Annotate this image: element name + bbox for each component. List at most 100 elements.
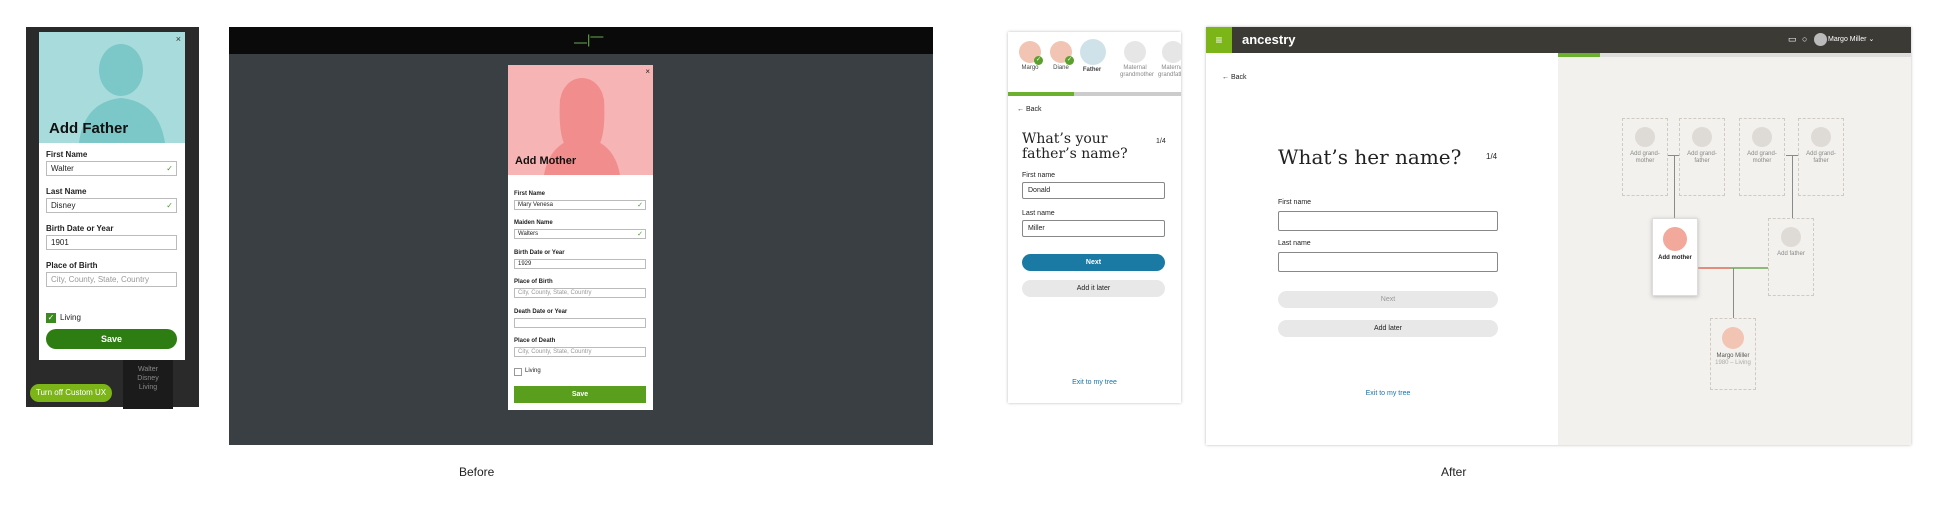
- card-label: Add grand-mother: [1747, 151, 1777, 164]
- ancestry-logo[interactable]: ancestry: [1242, 32, 1295, 47]
- last-name-input[interactable]: [1278, 252, 1498, 272]
- add-father-card[interactable]: Add father: [1768, 218, 1814, 296]
- add-later-button[interactable]: Add it later: [1022, 280, 1165, 297]
- avatar-placeholder-icon: [1752, 127, 1772, 147]
- add-mother-modal: × Add Mother First Name Mary Venesa ✓ Mai…: [508, 65, 653, 410]
- person-name: Father: [1082, 67, 1102, 73]
- avatar: [1722, 327, 1744, 349]
- last-name-label: Last Name: [46, 187, 87, 196]
- top-navigation: ≡ ancestry ▭ ○ Margo Miller ⌄: [1206, 27, 1911, 53]
- first-name-label: First name: [1022, 172, 1056, 179]
- top-bar: ⎼|⎻: [229, 27, 933, 54]
- person-name: Diane: [1053, 65, 1069, 71]
- add-grandmother-card[interactable]: Add grand-mother: [1739, 118, 1785, 196]
- exit-to-tree-link[interactable]: Exit to my tree: [1008, 379, 1181, 386]
- person-maternal-grandfather[interactable]: Maternal grandfather: [1158, 41, 1181, 79]
- bg-card-status: Living: [138, 384, 158, 391]
- avatar-placeholder-icon: [1781, 227, 1801, 247]
- before-caption: Before: [459, 465, 495, 479]
- person-name: Margo: [1021, 65, 1039, 71]
- first-name-input[interactable]: Walter ✓: [46, 161, 177, 176]
- progress-fill: [1558, 53, 1601, 57]
- self-person-card[interactable]: Margo Miller 1980 – Living: [1710, 318, 1756, 390]
- card-label: Add mother: [1658, 255, 1692, 261]
- last-name-input[interactable]: Disney ✓: [46, 198, 177, 213]
- person-maternal-grandmother[interactable]: Maternal grandmother: [1120, 41, 1155, 79]
- messages-icon[interactable]: ▭: [1788, 34, 1797, 45]
- person-margo[interactable]: ✓ Margo: [1018, 41, 1043, 71]
- person-father[interactable]: Father: [1080, 39, 1106, 73]
- maiden-name-value: Walters: [518, 231, 539, 237]
- add-grandfather-card[interactable]: Add grand-father: [1679, 118, 1725, 196]
- maiden-name-label: Maiden Name: [514, 220, 553, 226]
- first-name-label: First Name: [46, 150, 88, 159]
- save-button[interactable]: Save: [46, 329, 177, 349]
- last-name-label: Last name: [1022, 210, 1055, 217]
- check-icon: ✓: [166, 164, 173, 173]
- bg-card-last: Disney: [137, 375, 159, 382]
- avatar[interactable]: [1814, 33, 1827, 46]
- person-diane[interactable]: ✓ Diane: [1049, 41, 1074, 71]
- living-checkbox[interactable]: [514, 368, 522, 376]
- user-menu[interactable]: Margo Miller ⌄: [1828, 35, 1874, 43]
- connector-line: [1786, 155, 1798, 156]
- first-name-input[interactable]: [1278, 211, 1498, 231]
- add-grandmother-card[interactable]: Add grand-mother: [1622, 118, 1668, 196]
- next-button[interactable]: Next: [1278, 291, 1498, 308]
- death-place-input[interactable]: City, County, State, Country: [514, 347, 646, 357]
- add-mother-card[interactable]: Add mother: [1652, 218, 1698, 296]
- progress-fill: [1008, 92, 1074, 96]
- first-name-label: First name: [1278, 199, 1312, 206]
- back-link[interactable]: ← Back: [1222, 74, 1247, 81]
- living-checkbox[interactable]: ✓: [46, 313, 56, 323]
- card-label: Add grand-mother: [1630, 151, 1660, 164]
- birth-date-label: Birth Date or Year: [514, 250, 565, 256]
- first-name-input[interactable]: Donald: [1022, 182, 1165, 199]
- birth-date-input[interactable]: 1929: [514, 259, 646, 269]
- last-name-label: Last name: [1278, 240, 1311, 247]
- person-name: Maternal grandfather: [1158, 65, 1181, 78]
- death-date-label: Death Date or Year: [514, 309, 568, 315]
- close-icon[interactable]: ×: [176, 34, 181, 44]
- maiden-name-input[interactable]: Walters ✓: [514, 229, 646, 239]
- avatar-placeholder-icon: [1811, 127, 1831, 147]
- card-label: Add grand-father: [1806, 151, 1836, 164]
- person-name: Margo Miller: [1716, 353, 1750, 359]
- first-name-input[interactable]: Mary Venesa ✓: [514, 200, 646, 210]
- avatar-active: [1080, 39, 1106, 65]
- turn-off-custom-ux-button[interactable]: Turn off Custom UX: [30, 384, 112, 402]
- death-date-input[interactable]: [514, 318, 646, 328]
- exit-to-tree-link[interactable]: Exit to my tree: [1278, 390, 1498, 397]
- add-grandfather-card[interactable]: Add grand-father: [1798, 118, 1844, 196]
- after-desktop-screen: ≡ ancestry ▭ ○ Margo Miller ⌄ ← Back Wha…: [1206, 27, 1911, 445]
- after-caption: After: [1441, 465, 1467, 479]
- person-name: Maternal grandmother: [1120, 65, 1155, 78]
- next-button[interactable]: Next: [1022, 254, 1165, 271]
- progress-track: [1558, 53, 1911, 57]
- avatar-placeholder-icon: [1635, 127, 1655, 147]
- birth-date-input[interactable]: 1901: [46, 235, 177, 250]
- birth-place-label: Place of Birth: [46, 261, 98, 270]
- back-link[interactable]: ← Back: [1017, 106, 1042, 113]
- first-name-label: First Name: [514, 191, 546, 197]
- birth-place-input[interactable]: City, County, State, Country: [514, 288, 646, 298]
- step-indicator: 1/4: [1156, 138, 1166, 145]
- add-later-button[interactable]: Add later: [1278, 320, 1498, 337]
- birth-place-input[interactable]: City, County, State, Country: [46, 272, 177, 287]
- notifications-icon[interactable]: ○: [1802, 34, 1807, 44]
- first-name-value: Mary Venesa: [518, 202, 554, 208]
- save-button[interactable]: Save: [514, 386, 646, 403]
- person-years: 1980 – Living: [1715, 360, 1751, 366]
- birth-date-label: Birth Date or Year: [46, 224, 114, 233]
- check-badge-icon: ✓: [1065, 56, 1074, 65]
- last-name-value: Disney: [51, 201, 76, 210]
- menu-icon[interactable]: ≡: [1206, 27, 1232, 53]
- last-name-input[interactable]: Miller: [1022, 220, 1165, 237]
- avatar: ✓: [1019, 41, 1043, 65]
- living-label: Living: [60, 313, 81, 322]
- close-icon[interactable]: ×: [645, 67, 650, 76]
- death-place-label: Place of Death: [514, 338, 556, 344]
- check-icon: ✓: [637, 202, 643, 209]
- birth-place-label: Place of Birth: [514, 279, 553, 285]
- ancestry-leaf-logo[interactable]: ⎼|⎻: [574, 32, 603, 48]
